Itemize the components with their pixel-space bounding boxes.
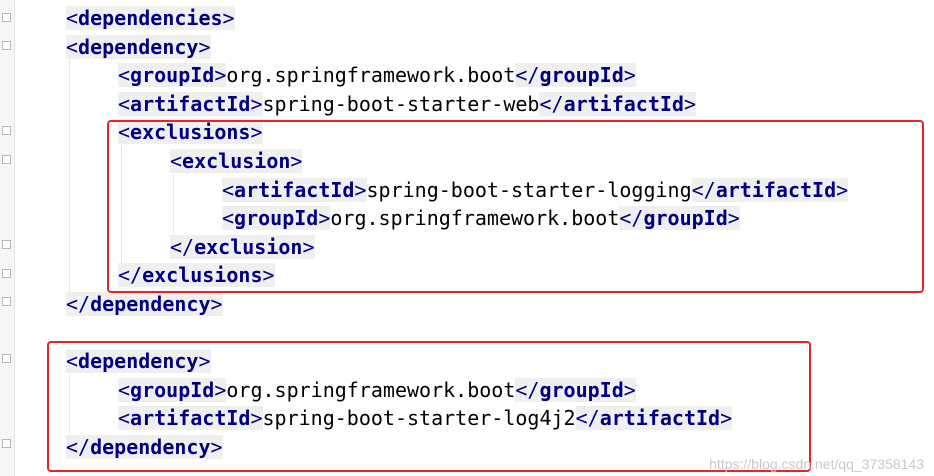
tag-bracket: </ [539, 91, 564, 116]
code-line: <dependency> [66, 33, 211, 61]
fold-icon[interactable] [2, 269, 11, 278]
tag-name: artifactId [130, 91, 251, 116]
highlight-box-exclusions [107, 120, 924, 293]
tag-bracket: < [66, 6, 79, 30]
editor-gutter [0, 0, 15, 476]
tag-name: artifactId [563, 91, 684, 116]
fold-icon[interactable] [2, 240, 11, 249]
code-line: </dependency> [66, 290, 223, 318]
tag-bracket: > [222, 6, 235, 30]
fold-icon[interactable] [2, 126, 11, 135]
xml-close-tag: </artifactId> [539, 91, 697, 116]
indent-guide [69, 60, 70, 292]
tag-bracket: > [214, 63, 227, 88]
tag-bracket: > [250, 91, 263, 116]
code-line: <dependencies> [66, 4, 235, 32]
fold-icon[interactable] [2, 155, 11, 164]
watermark: https://blog.csdn.net/qq_37358143 [709, 456, 924, 472]
xml-open-tag: </dependency> [66, 292, 223, 316]
xml-open-tag: <artifactId> [118, 91, 263, 116]
tag-bracket: < [118, 63, 131, 88]
xml-open-tag: <groupId> [118, 63, 227, 88]
element-text: spring-boot-starter-web [262, 91, 540, 116]
code-editor[interactable]: <dependencies> <dependency> <groupId>org.s… [0, 0, 934, 476]
tag-bracket: > [683, 91, 697, 116]
tag-bracket: < [66, 34, 79, 59]
tag-bracket: > [623, 63, 636, 88]
xml-close-tag: </groupId> [515, 63, 636, 88]
fold-icon[interactable] [2, 439, 11, 448]
tag-name: groupId [130, 63, 215, 88]
tag-bracket: < [118, 91, 131, 116]
tag-name: groupId [539, 63, 624, 88]
element-text: org.springframework.boot [226, 63, 516, 88]
tag-bracket: > [198, 34, 211, 59]
tag-name: dependency [90, 292, 211, 316]
fold-icon[interactable] [2, 354, 11, 363]
code-line: <artifactId>spring-boot-starter-web</art… [118, 90, 697, 118]
tag-bracket: > [210, 292, 223, 316]
tag-bracket: </ [66, 292, 91, 316]
tag-bracket: </ [515, 63, 540, 88]
tag-name: dependency [78, 34, 199, 59]
xml-open-tag: <dependencies> [66, 6, 235, 30]
code-line: <groupId>org.springframework.boot</group… [118, 61, 636, 89]
tag-name: dependencies [78, 6, 223, 30]
xml-open-tag: <dependency> [66, 34, 211, 59]
fold-icon[interactable] [2, 41, 11, 50]
fold-icon[interactable] [2, 13, 11, 22]
highlight-box-log4j2-dependency [47, 341, 811, 472]
fold-icon[interactable] [2, 297, 11, 306]
